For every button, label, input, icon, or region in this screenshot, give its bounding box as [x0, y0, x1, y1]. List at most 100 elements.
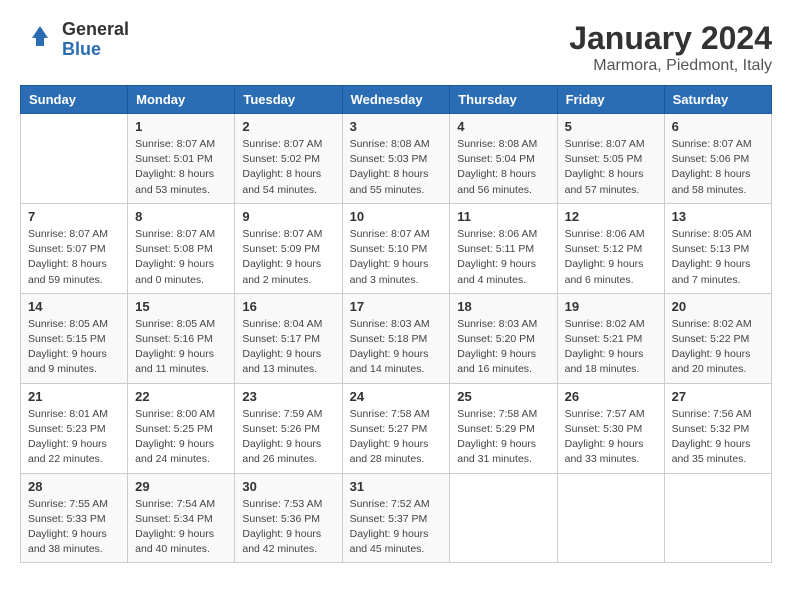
calendar-day-cell: 15Sunrise: 8:05 AMSunset: 5:16 PMDayligh…	[128, 293, 235, 383]
day-number: 29	[135, 479, 227, 494]
day-info: Sunrise: 8:05 AMSunset: 5:16 PMDaylight:…	[135, 317, 227, 378]
day-info: Sunrise: 8:07 AMSunset: 5:09 PMDaylight:…	[242, 227, 334, 288]
page-subtitle: Marmora, Piedmont, Italy	[569, 57, 772, 75]
calendar-day-cell: 26 Sunrise: 7:57 AMSunset: 5:30 PMDayligh…	[557, 383, 664, 473]
calendar-week-row: 14 Sunrise: 8:05 AMSunset: 5:15 PMDayligh…	[21, 293, 772, 383]
day-number: 22	[135, 389, 227, 404]
calendar-day-cell: 24 Sunrise: 7:58 AMSunset: 5:27 PMDayligh…	[342, 383, 450, 473]
calendar-header-row: SundayMondayTuesdayWednesdayThursdayFrid…	[21, 86, 772, 114]
logo-bird-icon	[20, 22, 56, 58]
day-info: Sunrise: 7:54 AMSunset: 5:34 PMDaylight:…	[135, 497, 227, 558]
calendar-day-header: Monday	[128, 86, 235, 114]
logo-text: General Blue	[62, 20, 129, 60]
day-info: Sunrise: 7:55 AMSunset: 5:33 PMDaylight:…	[28, 497, 120, 558]
logo: General Blue	[20, 20, 129, 60]
calendar-day-cell: 19Sunrise: 8:02 AMSunset: 5:21 PMDayligh…	[557, 293, 664, 383]
header: General Blue January 2024 Marmora, Piedm…	[20, 20, 772, 75]
calendar-week-row: 21Sunrise: 8:01 AMSunset: 5:23 PMDayligh…	[21, 383, 772, 473]
day-number: 11	[457, 209, 549, 224]
calendar-week-row: 7 Sunrise: 8:07 AMSunset: 5:07 PMDaylight…	[21, 203, 772, 293]
day-number: 20	[672, 299, 764, 314]
calendar-day-cell: 5 Sunrise: 8:07 AMSunset: 5:05 PMDaylight…	[557, 114, 664, 204]
calendar-day-header: Thursday	[450, 86, 557, 114]
calendar-day-cell: 7 Sunrise: 8:07 AMSunset: 5:07 PMDaylight…	[21, 203, 128, 293]
day-number: 6	[672, 119, 764, 134]
calendar-day-cell: 21Sunrise: 8:01 AMSunset: 5:23 PMDayligh…	[21, 383, 128, 473]
calendar-day-cell: 16 Sunrise: 8:04 AMSunset: 5:17 PMDayligh…	[235, 293, 342, 383]
day-info: Sunrise: 7:56 AMSunset: 5:32 PMDaylight:…	[672, 407, 764, 468]
calendar-week-row: 1 Sunrise: 8:07 AMSunset: 5:01 PMDaylight…	[21, 114, 772, 204]
day-number: 7	[28, 209, 120, 224]
day-number: 10	[350, 209, 443, 224]
calendar-day-cell: 30 Sunrise: 7:53 AMSunset: 5:36 PMDayligh…	[235, 473, 342, 563]
calendar-day-header: Sunday	[21, 86, 128, 114]
calendar-day-cell: 13 Sunrise: 8:05 AMSunset: 5:13 PMDayligh…	[664, 203, 771, 293]
calendar-day-cell: 20 Sunrise: 8:02 AMSunset: 5:22 PMDayligh…	[664, 293, 771, 383]
day-info: Sunrise: 8:07 AMSunset: 5:06 PMDaylight:…	[672, 137, 764, 198]
day-info: Sunrise: 8:03 AMSunset: 5:18 PMDaylight:…	[350, 317, 443, 378]
day-info: Sunrise: 8:04 AMSunset: 5:17 PMDaylight:…	[242, 317, 334, 378]
day-info: Sunrise: 7:53 AMSunset: 5:36 PMDaylight:…	[242, 497, 334, 558]
day-info: Sunrise: 8:00 AMSunset: 5:25 PMDaylight:…	[135, 407, 227, 468]
calendar-day-cell: 11 Sunrise: 8:06 AMSunset: 5:11 PMDayligh…	[450, 203, 557, 293]
day-info: Sunrise: 8:08 AMSunset: 5:04 PMDaylight:…	[457, 137, 549, 198]
day-number: 1	[135, 119, 227, 134]
calendar-day-cell: 9 Sunrise: 8:07 AMSunset: 5:09 PMDaylight…	[235, 203, 342, 293]
day-number: 28	[28, 479, 120, 494]
day-number: 5	[565, 119, 657, 134]
calendar-day-cell: 23Sunrise: 7:59 AMSunset: 5:26 PMDayligh…	[235, 383, 342, 473]
day-number: 8	[135, 209, 227, 224]
day-info: Sunrise: 8:06 AMSunset: 5:12 PMDaylight:…	[565, 227, 657, 288]
day-info: Sunrise: 8:06 AMSunset: 5:11 PMDaylight:…	[457, 227, 549, 288]
day-info: Sunrise: 8:03 AMSunset: 5:20 PMDaylight:…	[457, 317, 549, 378]
day-number: 18	[457, 299, 549, 314]
day-info: Sunrise: 7:58 AMSunset: 5:29 PMDaylight:…	[457, 407, 549, 468]
calendar-day-cell: 17 Sunrise: 8:03 AMSunset: 5:18 PMDayligh…	[342, 293, 450, 383]
calendar-day-cell: 8Sunrise: 8:07 AMSunset: 5:08 PMDaylight…	[128, 203, 235, 293]
day-number: 31	[350, 479, 443, 494]
day-number: 16	[242, 299, 334, 314]
day-info: Sunrise: 8:07 AMSunset: 5:02 PMDaylight:…	[242, 137, 334, 198]
calendar-day-cell: 18 Sunrise: 8:03 AMSunset: 5:20 PMDayligh…	[450, 293, 557, 383]
day-info: Sunrise: 8:02 AMSunset: 5:22 PMDaylight:…	[672, 317, 764, 378]
day-info: Sunrise: 8:07 AMSunset: 5:01 PMDaylight:…	[135, 137, 227, 198]
day-info: Sunrise: 8:07 AMSunset: 5:05 PMDaylight:…	[565, 137, 657, 198]
calendar-day-cell: 10Sunrise: 8:07 AMSunset: 5:10 PMDayligh…	[342, 203, 450, 293]
calendar-day-cell: 31Sunrise: 7:52 AMSunset: 5:37 PMDayligh…	[342, 473, 450, 563]
day-info: Sunrise: 8:02 AMSunset: 5:21 PMDaylight:…	[565, 317, 657, 378]
calendar-day-cell: 6 Sunrise: 8:07 AMSunset: 5:06 PMDaylight…	[664, 114, 771, 204]
day-number: 24	[350, 389, 443, 404]
day-number: 21	[28, 389, 120, 404]
day-number: 14	[28, 299, 120, 314]
calendar-day-cell: 29 Sunrise: 7:54 AMSunset: 5:34 PMDayligh…	[128, 473, 235, 563]
logo-general: General	[62, 20, 129, 40]
calendar-day-cell: 22 Sunrise: 8:00 AMSunset: 5:25 PMDayligh…	[128, 383, 235, 473]
day-number: 26	[565, 389, 657, 404]
day-info: Sunrise: 8:05 AMSunset: 5:13 PMDaylight:…	[672, 227, 764, 288]
calendar-day-cell: 3Sunrise: 8:08 AMSunset: 5:03 PMDaylight…	[342, 114, 450, 204]
day-number: 9	[242, 209, 334, 224]
calendar-table: SundayMondayTuesdayWednesdayThursdayFrid…	[20, 85, 772, 563]
day-info: Sunrise: 8:07 AMSunset: 5:07 PMDaylight:…	[28, 227, 120, 288]
day-number: 30	[242, 479, 334, 494]
calendar-day-cell: 4 Sunrise: 8:08 AMSunset: 5:04 PMDaylight…	[450, 114, 557, 204]
calendar-day-header: Tuesday	[235, 86, 342, 114]
day-number: 3	[350, 119, 443, 134]
day-info: Sunrise: 7:58 AMSunset: 5:27 PMDaylight:…	[350, 407, 443, 468]
calendar-day-cell: 12Sunrise: 8:06 AMSunset: 5:12 PMDayligh…	[557, 203, 664, 293]
title-area: January 2024 Marmora, Piedmont, Italy	[569, 20, 772, 75]
day-info: Sunrise: 8:05 AMSunset: 5:15 PMDaylight:…	[28, 317, 120, 378]
day-number: 4	[457, 119, 549, 134]
day-number: 17	[350, 299, 443, 314]
calendar-day-cell: 27 Sunrise: 7:56 AMSunset: 5:32 PMDayligh…	[664, 383, 771, 473]
day-number: 13	[672, 209, 764, 224]
day-number: 27	[672, 389, 764, 404]
day-number: 2	[242, 119, 334, 134]
calendar-day-cell: 14 Sunrise: 8:05 AMSunset: 5:15 PMDayligh…	[21, 293, 128, 383]
calendar-day-header: Wednesday	[342, 86, 450, 114]
calendar-week-row: 28 Sunrise: 7:55 AMSunset: 5:33 PMDayligh…	[21, 473, 772, 563]
calendar-day-cell	[557, 473, 664, 563]
calendar-day-cell: 25Sunrise: 7:58 AMSunset: 5:29 PMDayligh…	[450, 383, 557, 473]
calendar-day-cell	[450, 473, 557, 563]
day-info: Sunrise: 7:57 AMSunset: 5:30 PMDaylight:…	[565, 407, 657, 468]
